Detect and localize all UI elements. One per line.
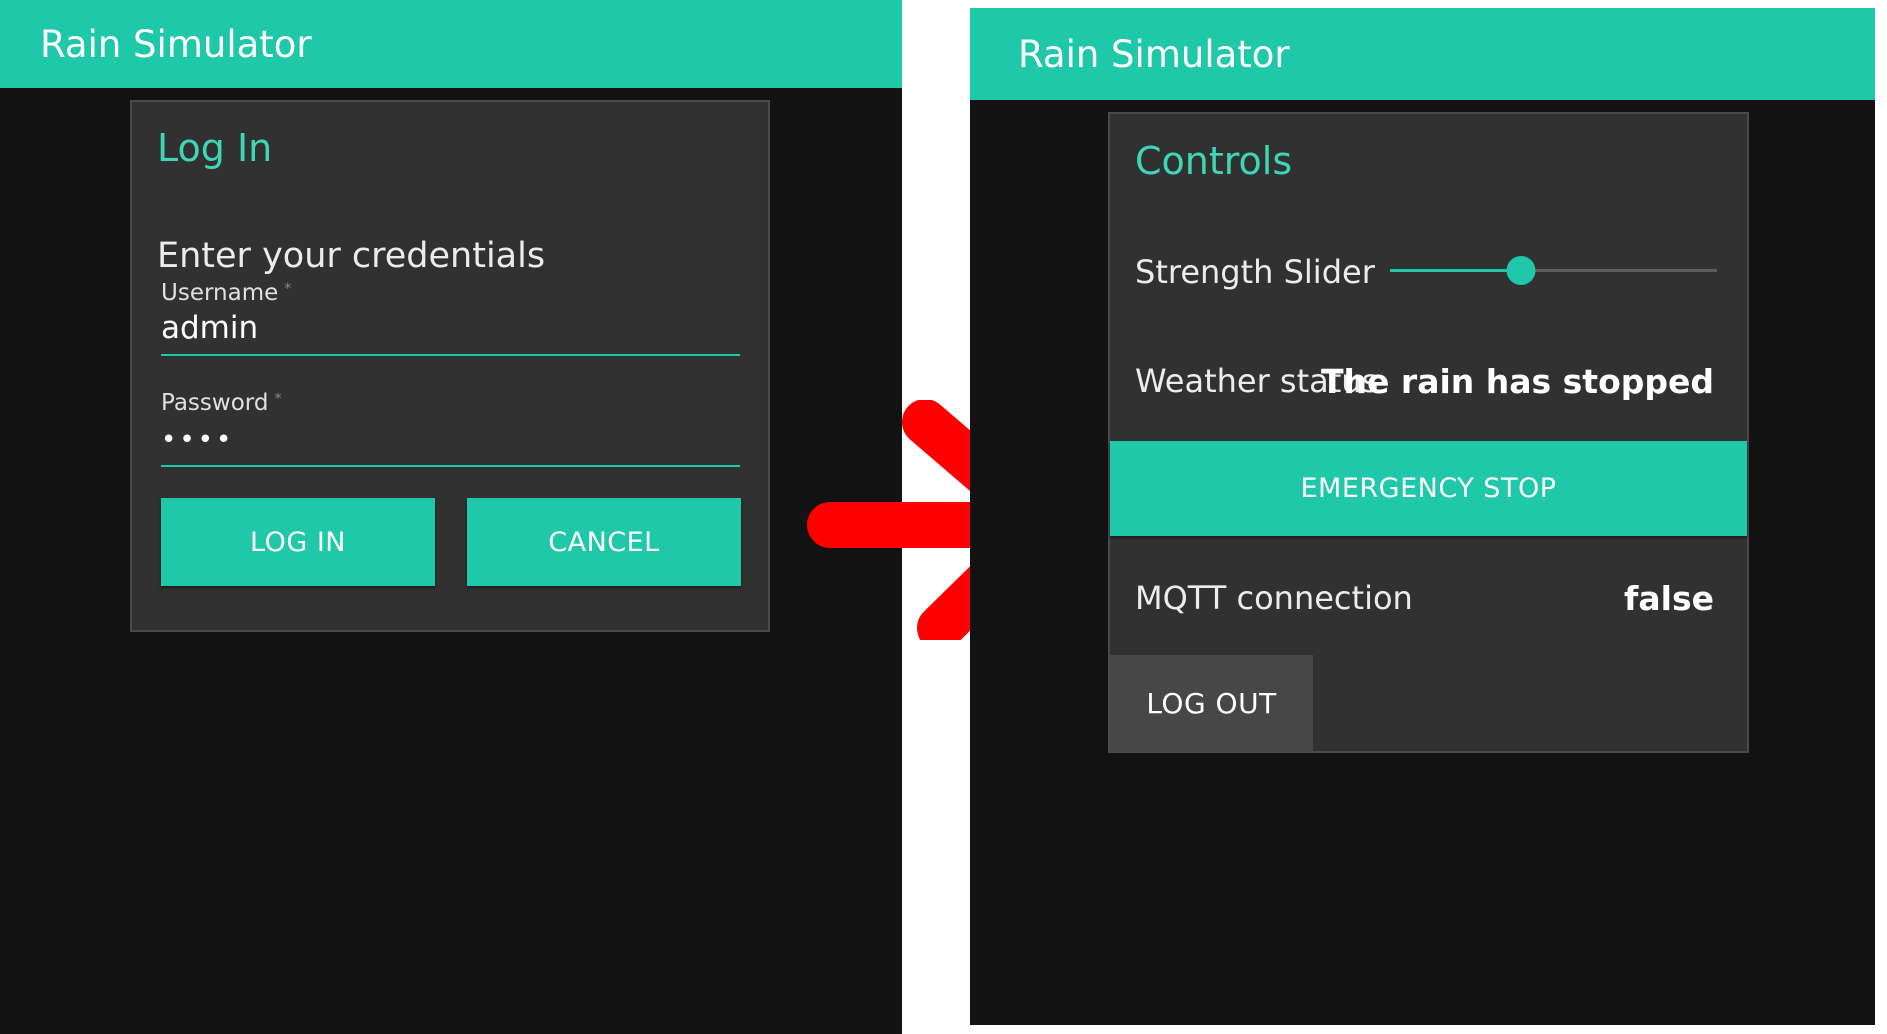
weather-status-value: The rain has stopped [1321, 362, 1714, 401]
cancel-button[interactable]: CANCEL [467, 498, 741, 586]
strength-slider[interactable] [1390, 256, 1717, 285]
app-bar: Rain Simulator [970, 8, 1875, 100]
username-label: Username * [161, 282, 740, 305]
logout-button[interactable]: LOG OUT [1110, 655, 1313, 751]
controls-screen: Rain Simulator Controls Strength Slider … [970, 8, 1875, 1025]
username-field[interactable]: Username * admin [161, 282, 740, 356]
app-title: Rain Simulator [40, 22, 312, 66]
username-input[interactable]: admin [161, 313, 740, 354]
mqtt-connection-value: false [1624, 579, 1714, 618]
required-marker: * [284, 281, 292, 297]
login-card: Log In Enter your credentials Username * … [130, 100, 770, 632]
login-button[interactable]: LOG IN [161, 498, 435, 586]
password-label: Password * [161, 392, 740, 415]
credentials-subtitle: Enter your credentials [157, 236, 546, 276]
password-input[interactable]: •••• [161, 427, 740, 465]
password-label-text: Password [161, 390, 269, 416]
password-field[interactable]: Password * •••• [161, 392, 740, 467]
username-label-text: Username [161, 280, 279, 306]
controls-card: Controls Strength Slider Weather status … [1108, 112, 1749, 753]
app-bar: Rain Simulator [0, 0, 902, 88]
app-title: Rain Simulator [1018, 32, 1290, 76]
slider-label: Strength Slider [1135, 253, 1375, 291]
login-screen: Rain Simulator Log In Enter your credent… [0, 0, 902, 1034]
mqtt-connection-label: MQTT connection [1135, 579, 1413, 617]
card-title: Controls [1135, 139, 1293, 183]
slider-thumb[interactable] [1506, 256, 1536, 285]
slider-fill [1390, 269, 1521, 272]
required-marker: * [274, 391, 282, 407]
card-title: Log In [157, 126, 273, 170]
emergency-stop-button[interactable]: EMERGENCY STOP [1110, 441, 1747, 536]
